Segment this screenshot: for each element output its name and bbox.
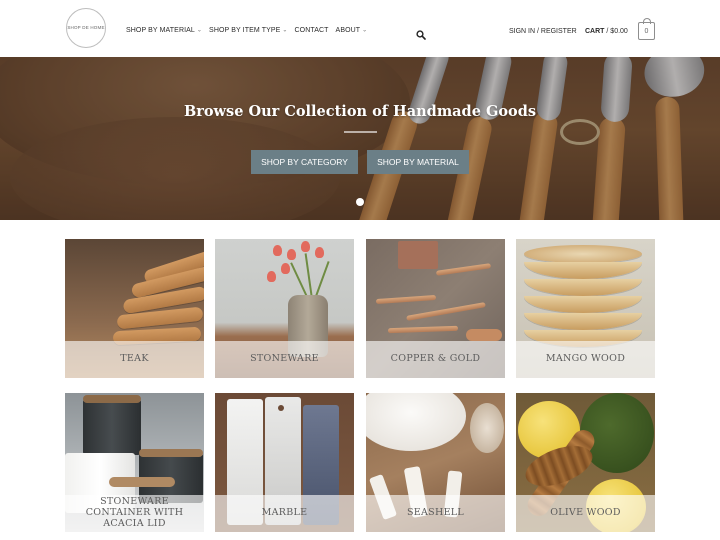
site-header: SHOP DE HOME SHOP BY MATERIAL ⌄ SHOP BY …	[0, 0, 720, 57]
nav-label: ABOUT	[335, 27, 361, 34]
hero-overlay	[0, 57, 720, 220]
hero-divider	[344, 131, 377, 133]
category-tile-olive-wood[interactable]: OLIVE WOOD	[516, 393, 655, 532]
hero-title: Browse Our Collection of Handmade Goods	[183, 103, 536, 120]
category-tile-seashell[interactable]: SEASHELL	[366, 393, 505, 532]
category-tile-stoneware[interactable]: STONEWARE	[215, 239, 354, 378]
category-label: COPPER & GOLD	[366, 341, 505, 378]
category-tile-mango-wood[interactable]: MANGO WOOD	[516, 239, 655, 378]
nav-shop-by-material[interactable]: SHOP BY MATERIAL ⌄	[126, 27, 202, 34]
logo-text: SHOP DE HOME	[67, 24, 105, 30]
nav-contact[interactable]: CONTACT	[295, 27, 329, 34]
category-label: OLIVE WOOD	[516, 495, 655, 532]
hero-banner: Browse Our Collection of Handmade Goods …	[0, 57, 720, 220]
category-label: MARBLE	[215, 495, 354, 532]
category-label: MANGO WOOD	[516, 341, 655, 378]
cart-label: CART	[585, 28, 605, 35]
main-nav: SHOP BY MATERIAL ⌄ SHOP BY ITEM TYPE ⌄ C…	[126, 27, 367, 34]
nav-label: SHOP BY ITEM TYPE	[209, 27, 281, 34]
chevron-down-icon: ⌄	[362, 27, 368, 34]
category-label: STONEWARE	[215, 341, 354, 378]
chevron-down-icon: ⌄	[196, 27, 203, 34]
slider-dot[interactable]	[356, 198, 364, 206]
cart-count: 0	[644, 27, 649, 35]
shop-by-material-button[interactable]: SHOP BY MATERIAL	[367, 150, 469, 174]
sign-in-register-link[interactable]: SIGN IN / REGISTER	[509, 28, 577, 35]
category-tile-marble[interactable]: MARBLE	[215, 393, 354, 532]
chevron-down-icon: ⌄	[282, 27, 288, 34]
nav-label: CONTACT	[294, 27, 329, 34]
cart-bag-icon[interactable]: 0	[638, 18, 655, 40]
category-tile-teak[interactable]: TEAK	[65, 239, 204, 378]
category-label: TEAK	[65, 341, 204, 378]
nav-label: SHOP BY MATERIAL	[126, 27, 195, 34]
site-logo[interactable]: SHOP DE HOME	[66, 8, 106, 48]
nav-shop-by-item-type[interactable]: SHOP BY ITEM TYPE ⌄	[209, 27, 287, 34]
cart-link[interactable]: CART / $0.00	[585, 28, 628, 35]
search-icon[interactable]	[416, 27, 426, 40]
category-label: STONEWARE CONTAINER WITH ACACIA LID	[65, 495, 204, 532]
shop-by-category-button[interactable]: SHOP BY CATEGORY	[251, 150, 358, 174]
category-tile-stoneware-container[interactable]: STONEWARE CONTAINER WITH ACACIA LID	[65, 393, 204, 532]
cart-total: $0.00	[610, 28, 628, 35]
category-tile-copper-gold[interactable]: COPPER & GOLD	[366, 239, 505, 378]
category-label: SEASHELL	[366, 495, 505, 532]
nav-about[interactable]: ABOUT ⌄	[336, 27, 368, 34]
